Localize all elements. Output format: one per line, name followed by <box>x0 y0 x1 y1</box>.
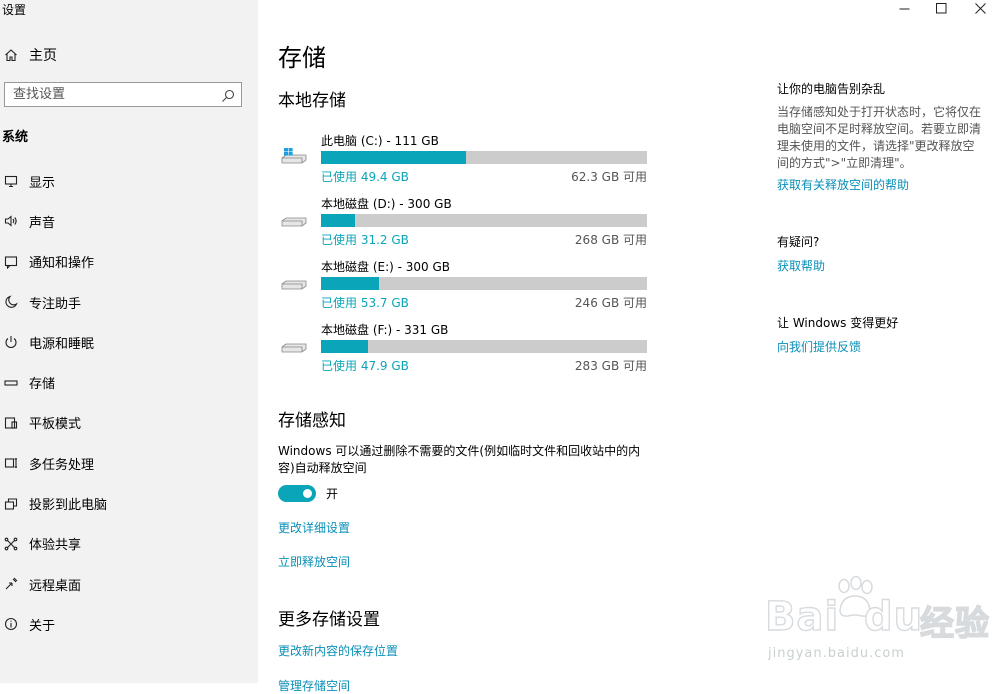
sidebar-item-sound[interactable]: 声音 <box>0 201 258 241</box>
free-space: 62.3 GB 可用 <box>571 170 647 184</box>
sidebar-item-tablet-mode[interactable]: 平板模式 <box>0 403 258 443</box>
search-box[interactable] <box>4 82 242 107</box>
question-heading: 有疑问? <box>777 235 820 249</box>
sidebar-item-label: 多任务处理 <box>29 457 95 473</box>
usage-bar <box>321 214 647 227</box>
drive-f[interactable]: 本地磁盘 (F:) - 331 GB 已使用 47.9 GB 283 GB 可用 <box>278 321 648 373</box>
sidebar-item-label: 关于 <box>29 618 56 634</box>
search-input[interactable] <box>5 83 221 106</box>
sidebar-item-label: 远程桌面 <box>29 578 82 594</box>
power-icon <box>4 335 18 349</box>
sidebar-item-display[interactable]: 显示 <box>0 161 258 201</box>
sidebar-item-notifications[interactable]: 通知和操作 <box>0 242 258 282</box>
watermark-brand-cn: 经验 <box>919 603 990 644</box>
usage-bar <box>321 151 647 164</box>
drive-name: 此电脑 (C:) - 111 GB <box>321 134 439 148</box>
sidebar-item-about[interactable]: 关于 <box>0 604 258 644</box>
change-save-location-link[interactable]: 更改新内容的保存位置 <box>278 642 398 659</box>
sidebar-item-remote-desktop[interactable]: 远程桌面 <box>0 564 258 604</box>
free-space-help-link[interactable]: 获取有关释放空间的帮助 <box>777 176 909 193</box>
local-storage-heading: 本地存储 <box>278 91 346 111</box>
feedback-link[interactable]: 向我们提供反馈 <box>777 338 861 355</box>
usage-bar-fill <box>321 277 380 290</box>
storage-sense-heading: 存储感知 <box>278 411 346 431</box>
tidy-heading: 让你的电脑告别杂乱 <box>777 82 886 96</box>
baidu-watermark: Bai du 经验 jingyan.baidu.com <box>760 574 995 679</box>
used-space: 已使用 49.4 GB <box>321 170 409 184</box>
sidebar-item-power[interactable]: 电源和睡眠 <box>0 322 258 362</box>
remote-desktop-icon <box>4 577 18 591</box>
section-label: 系统 <box>2 130 29 145</box>
sidebar-item-label: 投影到此电脑 <box>29 498 108 514</box>
drive-name: 本地磁盘 (F:) - 331 GB <box>321 323 449 337</box>
sidebar-item-storage[interactable]: 存储 <box>0 362 258 402</box>
drive-icon <box>280 207 308 229</box>
watermark-brand-suffix: du <box>863 593 924 640</box>
tidy-text: 当存储感知处于打开状态时，它将仅在电脑空间不足时释放空间。若要立即清理未使用的文… <box>777 105 982 170</box>
toggle-knob <box>303 489 312 498</box>
sidebar-item-label: 体验共享 <box>29 538 82 554</box>
projection-icon <box>4 497 18 511</box>
sidebar-item-label: 声音 <box>29 215 56 231</box>
drive-e[interactable]: 本地磁盘 (E:) - 300 GB 已使用 53.7 GB 246 GB 可用 <box>278 258 648 310</box>
storage-icon <box>4 376 18 390</box>
sidebar-item-label: 平板模式 <box>29 417 82 433</box>
usage-bar <box>321 277 647 290</box>
drive-icon <box>280 333 308 355</box>
used-space: 已使用 31.2 GB <box>321 233 409 247</box>
info-icon <box>4 617 18 631</box>
search-icon[interactable] <box>221 88 235 102</box>
home-label: 主页 <box>29 48 57 64</box>
drive-icon <box>280 270 308 292</box>
change-settings-link[interactable]: 更改详细设置 <box>278 519 350 536</box>
more-storage-settings-heading: 更多存储设置 <box>278 610 380 630</box>
sidebar-item-focus-assist[interactable]: 专注助手 <box>0 282 258 322</box>
drive-c[interactable]: 此电脑 (C:) - 111 GB 已使用 49.4 GB 62.3 GB 可用 <box>278 132 648 184</box>
windows-drive-icon <box>280 144 308 166</box>
get-help-link[interactable]: 获取帮助 <box>777 257 825 274</box>
usage-bar-fill <box>321 151 467 164</box>
improve-heading: 让 Windows 变得更好 <box>777 316 899 330</box>
free-space-now-link[interactable]: 立即释放空间 <box>278 553 350 570</box>
toggle-label: 开 <box>326 487 339 501</box>
multitask-icon <box>4 456 18 470</box>
used-space: 已使用 47.9 GB <box>321 359 409 373</box>
moon-icon <box>4 295 18 309</box>
sidebar-item-multitasking[interactable]: 多任务处理 <box>0 443 258 483</box>
used-space: 已使用 53.7 GB <box>321 296 409 310</box>
manage-storage-spaces-link[interactable]: 管理存储空间 <box>278 677 350 694</box>
sidebar-item-label: 专注助手 <box>29 296 82 312</box>
sidebar-item-shared-experiences[interactable]: 体验共享 <box>0 524 258 564</box>
storage-sense-toggle-row: 开 <box>278 485 338 502</box>
speaker-icon <box>4 214 18 228</box>
sidebar-item-label: 通知和操作 <box>29 256 95 272</box>
storage-sense-toggle[interactable] <box>278 485 316 502</box>
free-space: 268 GB 可用 <box>574 233 647 247</box>
sidebar-item-label: 电源和睡眠 <box>29 336 95 352</box>
nav-list: 显示 声音 通知和操作 专注助手 电源和睡眠 存储 平板模式 多任务处理 投影到… <box>0 161 258 645</box>
sidebar-item-project-to-pc[interactable]: 投影到此电脑 <box>0 483 258 523</box>
drive-name: 本地磁盘 (D:) - 300 GB <box>321 197 452 211</box>
storage-sense-description: Windows 可以通过删除不需要的文件(例如临时文件和回收站中的内容)自动释放… <box>278 444 641 475</box>
watermark-url: jingyan.baidu.com <box>768 646 905 661</box>
drive-d[interactable]: 本地磁盘 (D:) - 300 GB 已使用 31.2 GB 268 GB 可用 <box>278 195 648 247</box>
free-space: 283 GB 可用 <box>574 359 647 373</box>
monitor-icon <box>4 174 18 188</box>
usage-bar-fill <box>321 214 355 227</box>
tablet-icon <box>4 416 18 430</box>
drive-name: 本地磁盘 (E:) - 300 GB <box>321 260 451 274</box>
nav-home[interactable]: 主页 <box>0 44 57 66</box>
usage-bar-fill <box>321 340 369 353</box>
notification-icon <box>4 255 18 269</box>
home-icon <box>4 48 18 62</box>
free-space: 246 GB 可用 <box>574 296 647 310</box>
usage-bar <box>321 340 647 353</box>
page-title: 存储 <box>278 44 326 72</box>
sidebar-item-label: 存储 <box>29 377 56 393</box>
sidebar-item-label: 显示 <box>29 175 56 191</box>
sidebar: 设置 主页 系统 显示 声音 通知和操作 专注助手 <box>0 0 258 683</box>
app-title: 设置 <box>2 3 27 17</box>
watermark-brand: Bai <box>764 593 840 640</box>
share-icon <box>4 537 18 551</box>
